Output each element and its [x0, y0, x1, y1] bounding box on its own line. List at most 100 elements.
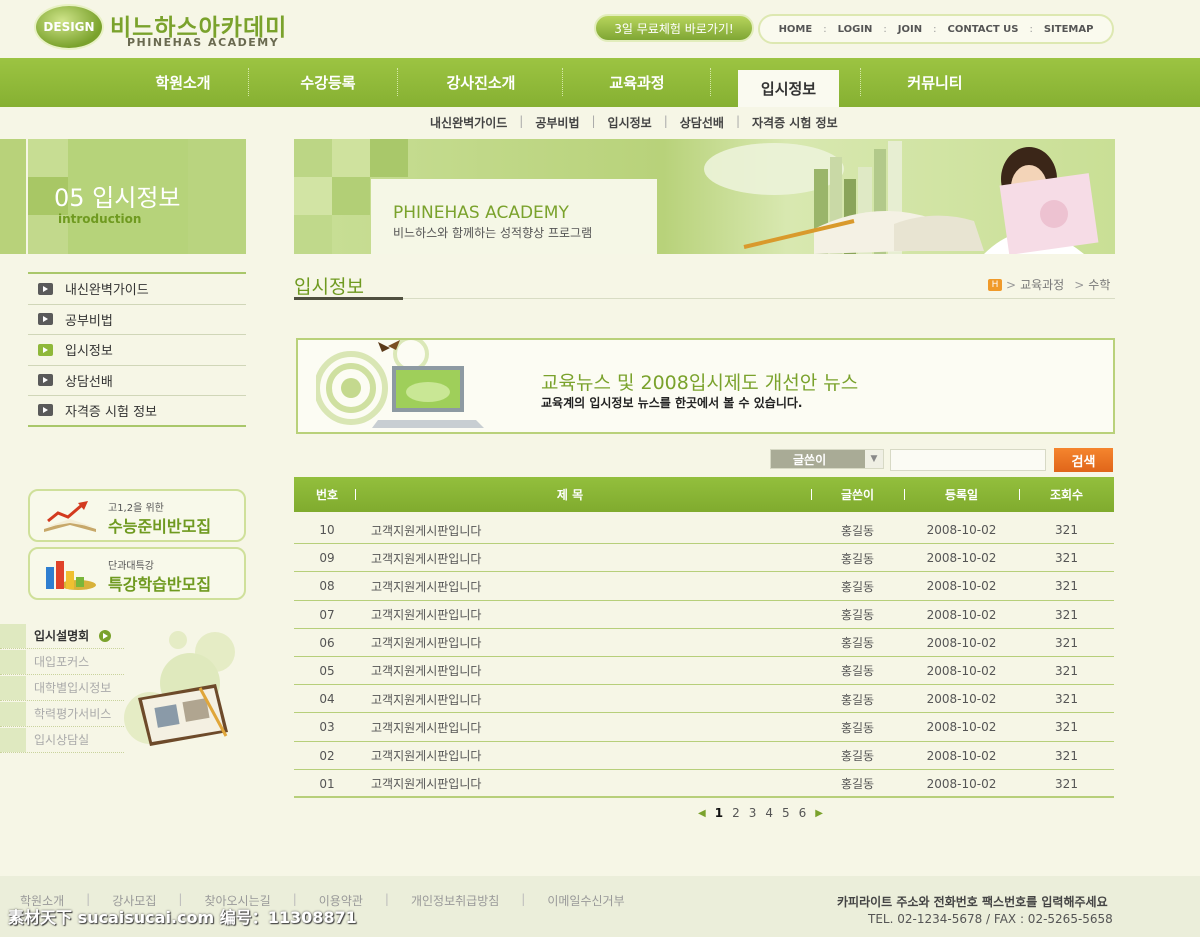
sub-nav-item-2[interactable]: 입시정보 — [608, 114, 652, 131]
table-row[interactable]: 04 고객지원게시판입니다 홍길동 2008-10-02 321 — [294, 685, 1114, 714]
util-link-1[interactable]: LOGIN — [838, 24, 873, 35]
left-menu-label: 자격증 시험 정보 — [65, 404, 157, 420]
nav-divider — [710, 68, 711, 96]
breadcrumb-item[interactable]: 교육과정 — [1020, 276, 1064, 293]
cell-title[interactable]: 고객지원게시판입니다 — [371, 572, 791, 600]
sub-nav-item-4[interactable]: 자격증 시험 정보 — [752, 114, 838, 131]
cell-title[interactable]: 고객지원게시판입니다 — [371, 742, 791, 770]
page-number[interactable]: 1 — [715, 806, 723, 820]
promo-caption: 고1,2을 위한 — [108, 503, 164, 514]
nav-tab-5[interactable]: 커뮤니티 — [850, 58, 1020, 107]
chevron-down-icon[interactable]: ▼ — [865, 450, 883, 468]
promo-caption: 단과대특강 — [108, 561, 154, 572]
logo-badge[interactable]: DESIGN — [34, 4, 104, 50]
page-number[interactable]: 4 — [765, 806, 773, 820]
cell-date: 2008-10-02 — [926, 748, 997, 763]
search-button[interactable]: 검색 — [1054, 448, 1113, 472]
chart-book-icon — [44, 501, 96, 532]
util-link-3[interactable]: CONTACT US — [947, 24, 1018, 35]
table-row[interactable]: 10 고객지원게시판입니다 홍길동 2008-10-02 321 — [294, 516, 1114, 545]
quick-link[interactable]: 대학별입시정보 — [0, 675, 124, 701]
left-menu-label: 공부비법 — [65, 313, 113, 329]
sub-nav-item-1[interactable]: 공부비법 — [535, 114, 579, 131]
page-number[interactable]: 5 — [782, 806, 790, 820]
footer-separator: | — [521, 892, 526, 906]
cell-date: 2008-10-02 — [926, 551, 997, 566]
quick-link[interactable]: 입시설명회 — [0, 623, 124, 649]
cell-no: 03 — [319, 720, 335, 735]
cell-title[interactable]: 고객지원게시판입니다 — [371, 601, 791, 629]
search-input[interactable] — [890, 449, 1046, 471]
left-menu-item[interactable]: 공부비법 — [28, 305, 246, 335]
page-number[interactable]: 6 — [799, 806, 807, 820]
cell-no: 08 — [319, 579, 335, 594]
cell-title[interactable]: 고객지원게시판입니다 — [371, 544, 791, 572]
table-row[interactable]: 03 고객지원게시판입니다 홍길동 2008-10-02 321 — [294, 713, 1114, 742]
util-link-2[interactable]: JOIN — [898, 24, 922, 35]
cell-date: 2008-10-02 — [926, 776, 997, 791]
sub-nav-separator: | — [591, 114, 596, 128]
left-menu-item[interactable]: 내신완벽가이드 — [28, 274, 246, 305]
table-row[interactable]: 08 고객지원게시판입니다 홍길동 2008-10-02 321 — [294, 572, 1114, 601]
cell-views: 321 — [1055, 523, 1078, 537]
page-number[interactable]: 3 — [749, 806, 757, 820]
util-link-0[interactable]: HOME — [779, 24, 813, 35]
table-row[interactable]: 07 고객지원게시판입니다 홍길동 2008-10-02 321 — [294, 601, 1114, 629]
promo-suneung[interactable]: 고1,2을 위한 수능준비반모집 — [28, 489, 246, 542]
left-menu-item[interactable]: 입시정보 — [28, 335, 246, 366]
cell-title[interactable]: 고객지원게시판입니다 — [371, 516, 791, 544]
cell-no: 02 — [319, 748, 335, 763]
nav-tab-1[interactable]: 수강등록 — [268, 58, 388, 107]
next-page-icon[interactable]: ▶ — [815, 808, 823, 819]
util-link-4[interactable]: SITEMAP — [1044, 24, 1094, 35]
cell-date: 2008-10-02 — [926, 607, 997, 622]
arrow-bullet-icon — [38, 313, 53, 326]
free-trial-button[interactable]: 3일 무료체험 바로가기! — [594, 14, 754, 42]
prev-page-icon[interactable]: ◀ — [698, 808, 706, 819]
table-row[interactable]: 02 고객지원게시판입니다 홍길동 2008-10-02 321 — [294, 742, 1114, 770]
cell-no: 01 — [319, 776, 335, 791]
cell-date: 2008-10-02 — [926, 635, 997, 650]
breadcrumb-item[interactable]: 수학 — [1088, 276, 1110, 293]
promo-special[interactable]: 단과대특강 특강학습반모집 — [28, 547, 246, 600]
quick-link[interactable]: 대입포커스 — [0, 649, 124, 675]
table-row[interactable]: 09 고객지원게시판입니다 홍길동 2008-10-02 321 — [294, 544, 1114, 573]
page-title: 입시정보 — [294, 276, 364, 298]
nav-divider — [860, 68, 861, 96]
table-row[interactable]: 05 고객지원게시판입니다 홍길동 2008-10-02 321 — [294, 657, 1114, 686]
sub-nav-item-3[interactable]: 상담선배 — [680, 114, 724, 131]
footer-link[interactable]: 개인정보취급방침 — [411, 892, 499, 909]
cell-views: 321 — [1055, 551, 1078, 566]
news-title: 교육뉴스 및 2008입시제도 개선안 뉴스 — [541, 372, 859, 394]
footer-link[interactable]: 이메일수신거부 — [547, 892, 624, 909]
nav-tab-2[interactable]: 강사진소개 — [398, 58, 564, 107]
cell-title[interactable]: 고객지원게시판입니다 — [371, 770, 791, 798]
cell-title[interactable]: 고객지원게시판입니다 — [371, 685, 791, 713]
cell-title[interactable]: 고객지원게시판입니다 — [371, 713, 791, 741]
nav-divider — [562, 68, 563, 96]
quick-link[interactable]: 입시상담실 — [0, 727, 124, 753]
cell-views: 321 — [1055, 720, 1078, 735]
nav-tab-0[interactable]: 학원소개 — [98, 58, 268, 107]
home-icon[interactable]: H — [988, 278, 1002, 291]
quick-link-label: 입시상담실 — [34, 733, 90, 747]
cell-author: 홍길동 — [840, 749, 875, 763]
left-menu-item[interactable]: 상담선배 — [28, 366, 246, 396]
title-strip — [0, 139, 26, 254]
table-row[interactable]: 01 고객지원게시판입니다 홍길동 2008-10-02 321 — [294, 770, 1114, 798]
table-row[interactable]: 06 고객지원게시판입니다 홍길동 2008-10-02 321 — [294, 629, 1114, 657]
nav-tab-4[interactable]: 입시정보 — [738, 70, 839, 107]
sub-nav-item-0[interactable]: 내신완벽가이드 — [430, 114, 507, 131]
col-author: 글쓴이 — [840, 488, 875, 502]
section-subtitle: introduction — [58, 212, 142, 226]
cell-title[interactable]: 고객지원게시판입니다 — [371, 657, 791, 685]
quick-link[interactable]: 학력평가서비스 — [0, 701, 124, 727]
banner-subtitle: 비느하스와 함께하는 성적향상 프로그램 — [393, 226, 593, 240]
page-number[interactable]: 2 — [732, 806, 740, 820]
search-field-select[interactable]: 글쓴이 ▼ — [770, 449, 884, 469]
left-menu-item[interactable]: 자격증 시험 정보 — [28, 396, 246, 427]
cell-title[interactable]: 고객지원게시판입니다 — [371, 629, 791, 657]
footer-copyright: 카피라이트 주소와 전화번호 팩스번호를 입력해주세요 — [837, 895, 1108, 909]
nav-tab-3[interactable]: 교육과정 — [564, 58, 710, 107]
cell-views: 321 — [1055, 692, 1078, 707]
